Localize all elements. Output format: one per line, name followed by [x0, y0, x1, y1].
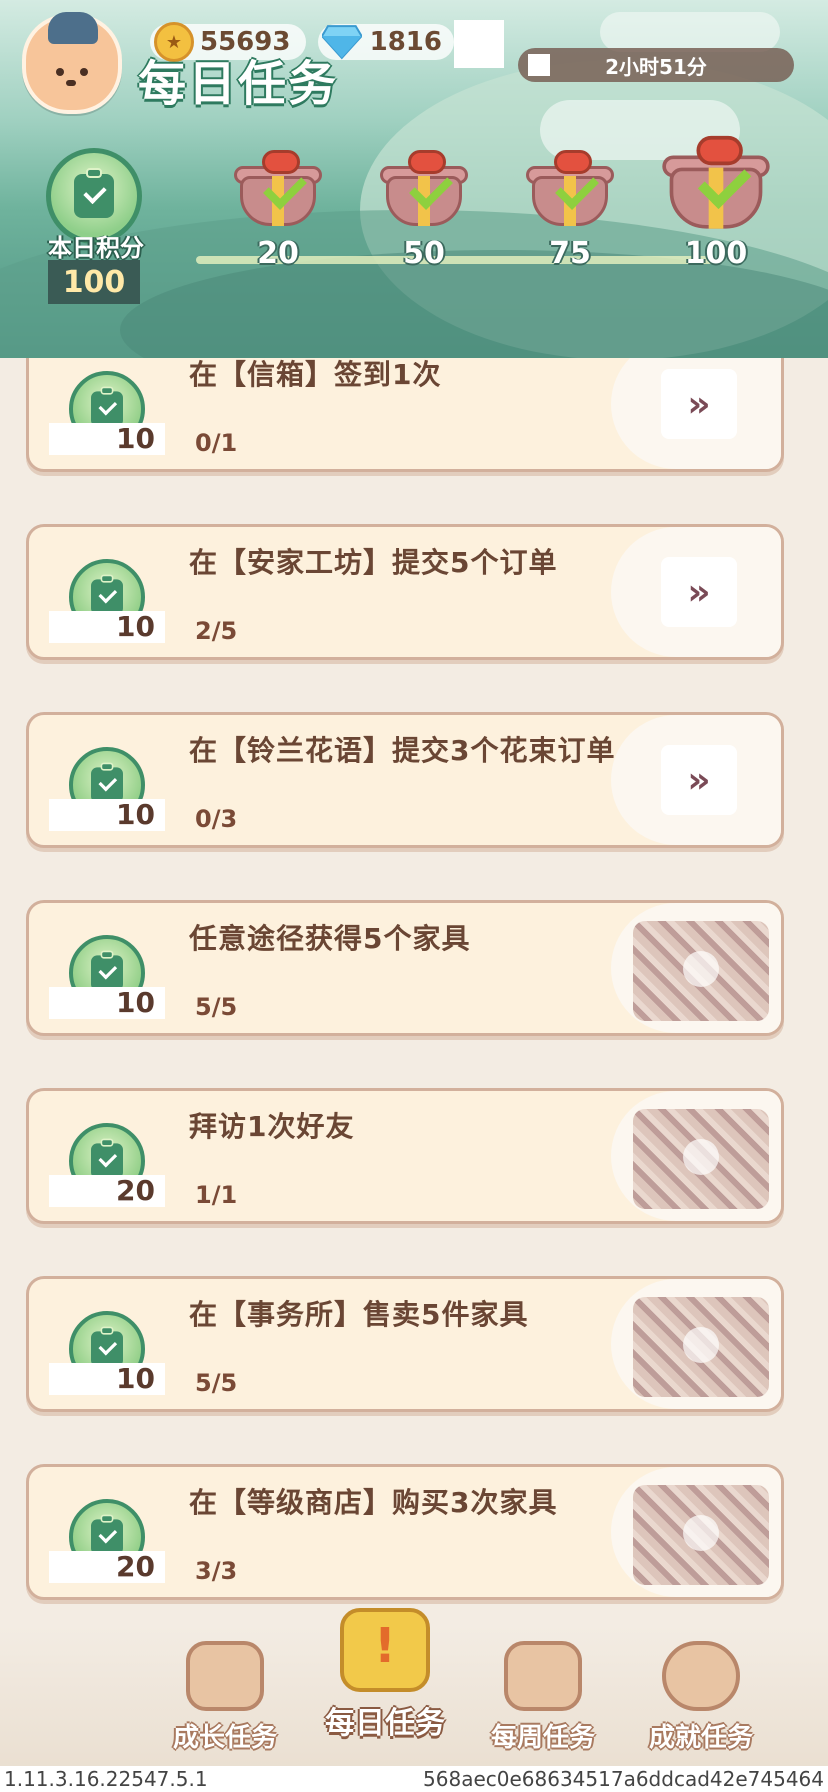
- calendar-alert-icon: [340, 1608, 430, 1692]
- task-title: 任意途径获得5个家具: [189, 922, 471, 955]
- task-title: 在【信箱】签到1次: [189, 358, 442, 391]
- task-card: 10 任意途径获得5个家具 5/5: [26, 900, 784, 1036]
- debug-footer: 1.11.3.16.22547.5.1 568aec0e68634517a6dd…: [0, 1766, 828, 1792]
- task-reward-points: 10: [49, 987, 165, 1019]
- milestone-reward-75[interactable]: 75: [510, 150, 630, 271]
- task-card: 20 在【等级商店】购买3次家具 3/3: [26, 1464, 784, 1600]
- task-reward-icon: 10: [49, 1299, 165, 1395]
- double-chevron-right-icon: »: [687, 571, 711, 613]
- milestone-value: 50: [403, 236, 445, 271]
- medal-icon: [662, 1641, 740, 1711]
- tab-weekly-tasks[interactable]: 每周任务: [478, 1641, 608, 1754]
- background-cloud: [600, 12, 780, 52]
- task-card: 20 拜访1次好友 1/1: [26, 1088, 784, 1224]
- task-title: 拜访1次好友: [189, 1110, 355, 1143]
- gift-box-icon: [524, 150, 616, 230]
- milestone-value: 75: [549, 236, 591, 271]
- task-reward-icon: 20: [49, 1487, 165, 1583]
- task-reward-icon: 10: [49, 359, 165, 455]
- build-hash-text: 568aec0e68634517a6ddcad42e745464: [423, 1767, 824, 1791]
- double-chevron-right-icon: »: [687, 759, 711, 801]
- timer-text: 2小时51分: [605, 54, 707, 79]
- task-reward-icon: 10: [49, 735, 165, 831]
- task-title: 在【铃兰花语】提交3个花束订单: [189, 734, 616, 767]
- task-list[interactable]: 10 在【信箱】签到1次 0/1 » 10 在【安家工坊】提交5个订单 2/5 …: [0, 358, 828, 1626]
- task-progress: 0/1: [195, 429, 238, 457]
- task-reward-icon: 10: [49, 923, 165, 1019]
- avatar-eye: [56, 68, 64, 76]
- page-title: 每日任务: [138, 56, 339, 112]
- task-reward-points: 20: [49, 1551, 165, 1583]
- add-currency-button[interactable]: [454, 20, 504, 68]
- version-text: 1.11.3.16.22547.5.1: [4, 1767, 208, 1791]
- completed-stamp-icon: [633, 1109, 769, 1209]
- avatar-eye: [80, 68, 88, 76]
- completed-stamp-icon: [633, 1485, 769, 1585]
- milestone-reward-100[interactable]: 100: [656, 135, 776, 271]
- bottom-tab-bar: 成长任务 每日任务 每周任务 成就任务: [0, 1608, 828, 1772]
- gift-box-icon: [232, 150, 324, 230]
- tab-growth-tasks[interactable]: 成长任务: [160, 1641, 290, 1754]
- tab-label: 成就任务: [648, 1723, 753, 1753]
- avatar-hat: [48, 12, 98, 44]
- task-progress: 5/5: [195, 1369, 238, 1397]
- task-progress: 1/1: [195, 1181, 238, 1209]
- tab-achievement-tasks[interactable]: 成就任务: [636, 1641, 766, 1754]
- task-reward-points: 10: [49, 423, 165, 455]
- daily-points-label: 本日积分: [48, 234, 144, 262]
- daily-tasks-header: ★ 55693 1816 每日任务 2小时51分 本日积分 100 20 50: [0, 0, 828, 358]
- task-reward-points: 10: [49, 1363, 165, 1395]
- task-progress: 2/5: [195, 617, 238, 645]
- tab-label: 每日任务: [325, 1706, 445, 1741]
- task-title: 在【事务所】售卖5件家具: [189, 1298, 529, 1331]
- double-chevron-right-icon: »: [687, 383, 711, 425]
- task-reward-points: 10: [49, 799, 165, 831]
- completed-stamp-icon: [633, 921, 769, 1021]
- task-reward-points: 10: [49, 611, 165, 643]
- tab-label: 成长任务: [172, 1723, 277, 1753]
- completed-stamp-icon: [633, 1297, 769, 1397]
- task-title: 在【等级商店】购买3次家具: [189, 1486, 558, 1519]
- task-reward-points: 20: [49, 1175, 165, 1207]
- clipboard-check-icon: [74, 168, 114, 218]
- go-button[interactable]: »: [661, 369, 737, 439]
- milestone-reward-20[interactable]: 20: [218, 150, 338, 271]
- task-card: 10 在【事务所】售卖5件家具 5/5: [26, 1276, 784, 1412]
- reset-timer: 2小时51分: [518, 48, 794, 82]
- clock-icon: [528, 54, 550, 76]
- task-progress: 3/3: [195, 1557, 238, 1585]
- tab-daily-tasks[interactable]: 每日任务: [310, 1608, 460, 1742]
- task-progress: 5/5: [195, 993, 238, 1021]
- milestone-reward-50[interactable]: 50: [364, 150, 484, 271]
- go-button[interactable]: »: [661, 745, 737, 815]
- task-card: 10 在【铃兰花语】提交3个花束订单 0/3 »: [26, 712, 784, 848]
- avatar-nose: [66, 80, 76, 86]
- gem-counter: 1816: [318, 24, 454, 60]
- daily-points-value: 100: [48, 260, 140, 304]
- go-button[interactable]: »: [661, 557, 737, 627]
- player-avatar[interactable]: [22, 12, 122, 114]
- task-progress: 0/3: [195, 805, 238, 833]
- gift-box-icon: [378, 150, 470, 230]
- task-card: 10 在【安家工坊】提交5个订单 2/5 »: [26, 524, 784, 660]
- gift-box-icon: [660, 135, 772, 234]
- notice-alert-icon: [504, 1641, 582, 1711]
- task-reward-icon: 20: [49, 1111, 165, 1207]
- task-card: 10 在【信箱】签到1次 0/1 »: [26, 358, 784, 472]
- milestone-value: 20: [257, 236, 299, 271]
- tab-label: 每周任务: [490, 1723, 595, 1753]
- gem-amount: 1816: [369, 27, 442, 57]
- house-star-icon: [186, 1641, 264, 1711]
- task-title: 在【安家工坊】提交5个订单: [189, 546, 558, 579]
- task-reward-icon: 10: [49, 547, 165, 643]
- milestone-value: 100: [684, 236, 748, 271]
